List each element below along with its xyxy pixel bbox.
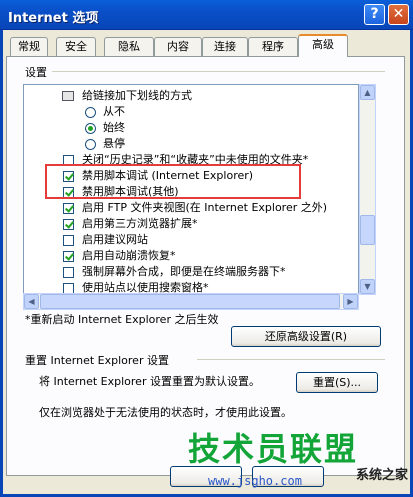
reset-note: 仅在浏览器处于无法使用的状态时，才使用此设置。	[39, 406, 292, 419]
horizontal-scrollbar[interactable]: ◀ ▶	[23, 293, 359, 310]
vertical-scrollbar[interactable]: ▲ ▼	[359, 84, 376, 295]
scroll-down-icon[interactable]: ▼	[360, 279, 375, 294]
list-item-label: 启用第三方浏览器扩展*	[82, 217, 198, 230]
list-item-label: 给链接加下划线的方式	[82, 89, 192, 102]
tab-content[interactable]: 内容	[154, 37, 202, 56]
group-icon	[62, 91, 74, 101]
list-item-label: 悬停	[103, 137, 125, 150]
list-item-label: 启用建议网站	[82, 233, 148, 246]
watermark-main: 技术员联盟	[188, 430, 359, 468]
settings-group-divider	[52, 71, 385, 72]
help-button[interactable]: ?	[364, 4, 385, 25]
tab-privacy[interactable]: 隐私	[104, 37, 154, 56]
settings-list[interactable]: 给链接加下划线的方式 从不 始终 悬停 关闭“历史记录”和“收藏夹”中未使用的文…	[23, 84, 359, 310]
settings-group-label: 设置	[25, 66, 47, 79]
third-party-extensions-checkbox[interactable]	[63, 219, 74, 230]
restart-note-text: *重新启动 Internet Explorer 之后生效	[25, 313, 219, 326]
watermark-url: www.jsgho.com	[208, 474, 302, 488]
close-unused-folders-checkbox[interactable]	[63, 155, 74, 166]
reset-group-divider	[197, 359, 385, 360]
watermark: 技术员联盟 www.jsgho.com 系统之家	[188, 424, 408, 488]
vertical-scroll-thumb[interactable]	[360, 215, 375, 245]
reset-button[interactable]: 重置(S)...	[296, 372, 378, 393]
list-item-label: 禁用脚本调试(其他)	[82, 185, 179, 198]
underline-never-radio[interactable]	[85, 107, 96, 118]
tab-programs[interactable]: 程序	[248, 37, 298, 56]
horizontal-scroll-thumb[interactable]	[40, 294, 340, 309]
disable-script-debug-ie-checkbox[interactable]	[63, 171, 74, 182]
tab-general[interactable]: 常规	[10, 37, 48, 56]
ftp-folder-view-checkbox[interactable]	[63, 203, 74, 214]
underline-hover-radio[interactable]	[85, 139, 96, 150]
watermark-site: 系统之家	[356, 468, 409, 483]
list-item-label: 禁用脚本调试 (Internet Explorer)	[82, 169, 254, 182]
list-item-label: 始终	[103, 121, 125, 134]
scroll-right-icon[interactable]: ▶	[343, 294, 358, 309]
tab-advanced[interactable]: 高级	[298, 34, 348, 57]
suggested-sites-checkbox[interactable]	[63, 235, 74, 246]
tab-security[interactable]: 安全	[56, 37, 96, 56]
reset-description: 将 Internet Explorer 设置重置为默认设置。	[39, 375, 260, 388]
scroll-left-icon[interactable]: ◀	[24, 294, 39, 309]
close-button[interactable]: ✕	[388, 4, 409, 25]
window-title: Internet 选项	[8, 11, 99, 26]
reset-group-label: 重置 Internet Explorer 设置	[25, 354, 169, 367]
force-offscreen-compositing-checkbox[interactable]	[63, 267, 74, 278]
crash-recovery-checkbox[interactable]	[63, 251, 74, 262]
list-item-label: 从不	[103, 105, 125, 118]
restore-advanced-button[interactable]: 还原高级设置(R)	[231, 326, 381, 347]
list-item-label: 启用 FTP 文件夹视图(在 Internet Explorer 之外)	[82, 201, 328, 214]
list-item-label: 强制屏幕外合成，即便是在终端服务器下*	[82, 265, 286, 278]
disable-script-debug-other-checkbox[interactable]	[63, 187, 74, 198]
scroll-up-icon[interactable]: ▲	[360, 85, 375, 100]
list-item-label: 启用自动崩溃恢复*	[82, 249, 176, 262]
list-item-label: 关闭“历史记录”和“收藏夹”中未使用的文件夹*	[82, 153, 309, 166]
underline-always-radio[interactable]	[85, 123, 96, 134]
tab-connections[interactable]: 连接	[202, 37, 248, 56]
title-bar[interactable]: Internet 选项 ? ✕	[0, 0, 413, 30]
